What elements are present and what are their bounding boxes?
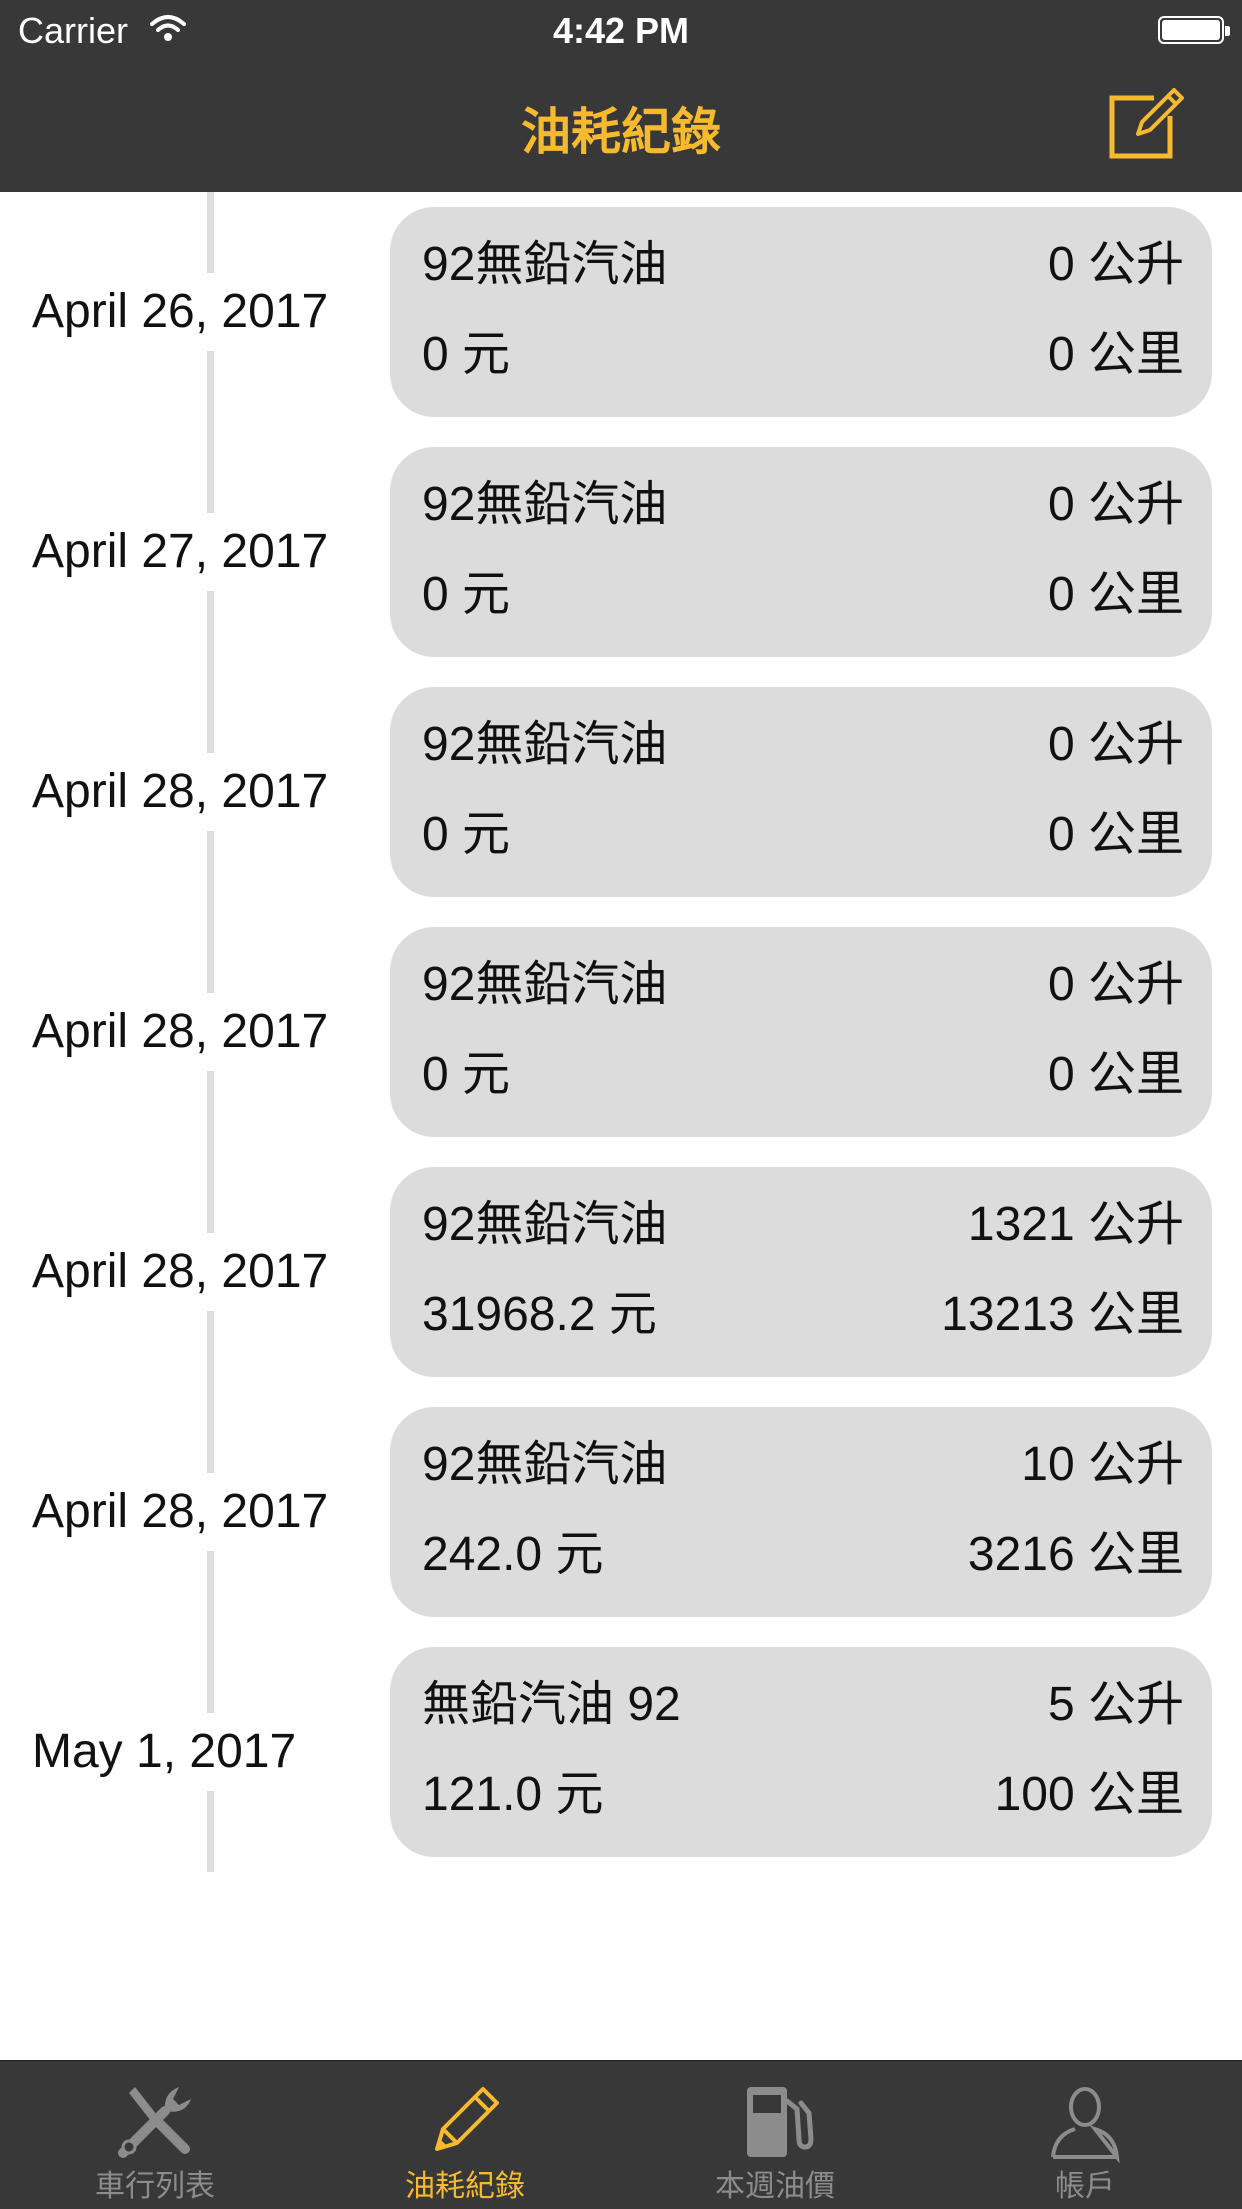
gas-pump-icon	[620, 2079, 930, 2163]
distance: 3216 公里	[967, 1528, 1184, 1581]
fuel-cost: 0 元	[422, 808, 511, 861]
tab-label: 車行列表	[95, 2170, 215, 2203]
person-icon	[930, 2079, 1240, 2163]
records-list[interactable]: April 26, 2017 92無鉛汽油 0 公升 0 元 0 公里 Apri…	[0, 192, 1242, 2060]
compose-icon	[1109, 88, 1184, 159]
tab-weekly-prices[interactable]: 本週油價	[620, 2061, 930, 2209]
fuel-cost: 242.0 元	[422, 1528, 604, 1581]
tab-fuel-records[interactable]: 油耗紀錄	[310, 2061, 620, 2209]
record-date: April 28, 2017	[0, 1473, 329, 1551]
compose-button[interactable]	[1104, 82, 1186, 164]
fuel-cost: 0 元	[422, 568, 511, 621]
distance: 0 公里	[1047, 568, 1184, 621]
record-row: April 27, 2017 92無鉛汽油 0 公升 0 元 0 公里	[0, 447, 1242, 657]
fuel-type: 92無鉛汽油	[422, 1198, 668, 1251]
distance: 0 公里	[1047, 328, 1184, 381]
fuel-volume: 0 公升	[1047, 958, 1184, 1011]
fuel-cost: 121.0 元	[422, 1768, 604, 1821]
fuel-cost: 0 元	[422, 1048, 511, 1101]
record-card[interactable]: 92無鉛汽油 1321 公升 31968.2 元 13213 公里	[390, 1167, 1212, 1377]
record-card[interactable]: 無鉛汽油 92 5 公升 121.0 元 100 公里	[390, 1647, 1212, 1857]
fuel-type: 無鉛汽油 92	[422, 1678, 681, 1731]
record-row: April 28, 2017 92無鉛汽油 0 公升 0 元 0 公里	[0, 687, 1242, 897]
tools-icon	[0, 2079, 310, 2163]
clock: 4:42 PM	[552, 10, 690, 51]
navigation-bar: 油耗紀錄	[0, 62, 1242, 192]
battery-icon	[1158, 16, 1230, 44]
record-date: April 27, 2017	[0, 513, 329, 591]
fuel-type: 92無鉛汽油	[422, 958, 668, 1011]
fuel-volume: 0 公升	[1047, 478, 1184, 531]
record-row: April 26, 2017 92無鉛汽油 0 公升 0 元 0 公里	[0, 207, 1242, 417]
fuel-volume: 0 公升	[1047, 238, 1184, 291]
distance: 100 公里	[994, 1768, 1184, 1821]
fuel-type: 92無鉛汽油	[422, 238, 668, 291]
status-bar: Carrier 4:42 PM	[0, 0, 1242, 62]
fuel-volume: 5 公升	[1047, 1678, 1184, 1731]
tab-account[interactable]: 帳戶	[930, 2061, 1240, 2209]
fuel-type: 92無鉛汽油	[422, 718, 668, 771]
record-date: May 1, 2017	[0, 1713, 297, 1791]
page-title: 油耗紀錄	[521, 104, 721, 160]
fuel-type: 92無鉛汽油	[422, 478, 668, 531]
record-card[interactable]: 92無鉛汽油 0 公升 0 元 0 公里	[390, 927, 1212, 1137]
pencil-icon	[310, 2079, 620, 2163]
record-row: April 28, 2017 92無鉛汽油 10 公升 242.0 元 3216…	[0, 1407, 1242, 1617]
record-date: April 26, 2017	[0, 273, 329, 351]
distance: 0 公里	[1047, 1048, 1184, 1101]
record-card[interactable]: 92無鉛汽油 0 公升 0 元 0 公里	[390, 207, 1212, 417]
record-row: May 1, 2017 無鉛汽油 92 5 公升 121.0 元 100 公里	[0, 1647, 1242, 1857]
distance: 0 公里	[1047, 808, 1184, 861]
tab-bar: 車行列表 油耗紀錄 本週油價 帳戶	[0, 2060, 1242, 2209]
fuel-cost: 31968.2 元	[422, 1288, 657, 1341]
fuel-volume: 0 公升	[1047, 718, 1184, 771]
record-row: April 28, 2017 92無鉛汽油 0 公升 0 元 0 公里	[0, 927, 1242, 1137]
fuel-type: 92無鉛汽油	[422, 1438, 668, 1491]
record-row: April 28, 2017 92無鉛汽油 1321 公升 31968.2 元 …	[0, 1167, 1242, 1377]
tab-label: 帳戶	[1055, 2170, 1115, 2203]
fuel-cost: 0 元	[422, 328, 511, 381]
record-card[interactable]: 92無鉛汽油 0 公升 0 元 0 公里	[390, 687, 1212, 897]
distance: 13213 公里	[941, 1288, 1184, 1341]
record-date: April 28, 2017	[0, 1233, 329, 1311]
fuel-volume: 1321 公升	[967, 1198, 1184, 1251]
record-date: April 28, 2017	[0, 753, 329, 831]
tab-label: 油耗紀錄	[405, 2170, 525, 2203]
tab-label: 本週油價	[715, 2170, 835, 2203]
tab-dealer-list[interactable]: 車行列表	[0, 2061, 310, 2209]
record-date: April 28, 2017	[0, 993, 329, 1071]
record-card[interactable]: 92無鉛汽油 10 公升 242.0 元 3216 公里	[390, 1407, 1212, 1617]
fuel-volume: 10 公升	[1021, 1438, 1184, 1491]
record-card[interactable]: 92無鉛汽油 0 公升 0 元 0 公里	[390, 447, 1212, 657]
